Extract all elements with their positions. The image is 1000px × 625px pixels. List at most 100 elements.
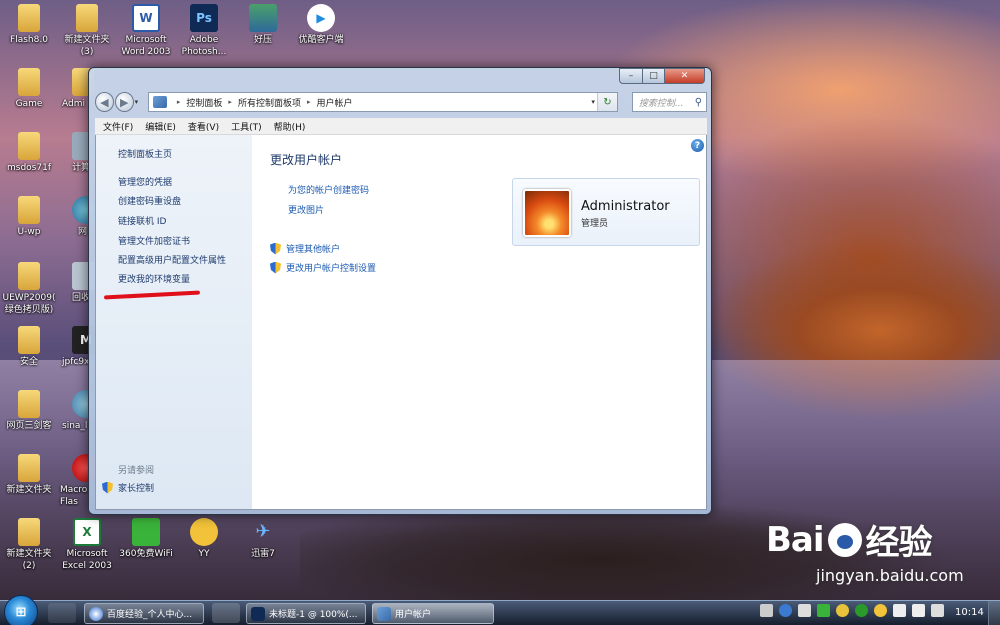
desktop-icon-recycle-bin[interactable]: 回收 (50, 262, 100, 304)
breadcrumb-separator: ▸ (228, 98, 232, 106)
input-method-icon[interactable] (798, 604, 811, 617)
watermark-logo: Bai 经验 (766, 515, 964, 564)
search-input[interactable]: 搜索控制... ⚲ (631, 92, 708, 112)
task-label: 用户帐户 (395, 610, 432, 620)
manage-other-accounts-label: 管理其他帐户 (286, 245, 341, 255)
desktop-icon-label: 好压 (253, 35, 272, 45)
desktop-icon-computer[interactable]: 计算 (50, 132, 100, 174)
address-dropdown[interactable]: ▾ (591, 98, 595, 106)
pinned-windows-icon[interactable] (48, 603, 76, 623)
desktop-icon-photoshop[interactable]: Ps Adobe Photosh... (171, 4, 237, 58)
desktop-icon-label: Admi (62, 99, 85, 109)
help-icon[interactable]: ? (691, 139, 704, 152)
folder-icon (18, 262, 40, 290)
desktop-icon-xunlei[interactable]: ✈ 迅雷7 (230, 518, 296, 560)
baidu-watermark: Bai 经验 jingyan.baidu.com (766, 515, 964, 586)
desktop-icon-360-wifi[interactable]: 360免费WiFi (113, 518, 179, 560)
menu-tools[interactable]: 工具(T) (231, 120, 262, 133)
link-control-panel-home[interactable]: 控制面板主页 (118, 147, 172, 160)
address-bar[interactable]: ▸ 控制面板 ▸ 所有控制面板项 ▸ 用户帐户 ▾ ↻ (147, 92, 618, 112)
refresh-button[interactable]: ↻ (596, 93, 617, 111)
desktop-icon-new-folder-3[interactable]: 新建文件夹 (3) (54, 4, 120, 58)
back-button[interactable]: ◀ (95, 92, 114, 112)
desktop-icon-label: Flash8.0 (10, 35, 48, 45)
parental-controls-label: 家长控制 (118, 484, 155, 494)
taskbar-item-photoshop[interactable]: 未标题-1 @ 100%(... (246, 603, 366, 624)
desktop-icon-admin[interactable]: Admi (50, 68, 94, 110)
taskbar-item-user-accounts[interactable]: 用户帐户 (372, 603, 494, 624)
start-button[interactable]: ⊞ (4, 595, 38, 625)
user-avatar (523, 189, 571, 237)
desktop-icon-youku[interactable]: ▶ 优酷客户端 (288, 4, 354, 46)
search-icon[interactable]: ⚲ (695, 97, 702, 108)
security-tray-icon[interactable] (836, 604, 849, 617)
desktop-icon-new-folder-2[interactable]: 新建文件夹 (2) (0, 518, 62, 572)
desktop-icon-sina[interactable]: sina_l (50, 390, 100, 432)
maximize-button[interactable]: □ (643, 68, 665, 84)
close-button[interactable]: ✕ (665, 68, 705, 84)
link-parental-controls[interactable]: 家长控制 (102, 481, 154, 494)
watermark-url: jingyan.baidu.com (816, 566, 964, 585)
user-role: 管理员 (581, 219, 609, 229)
taskbar: ⊞ 百度经验_个人中心... 未标题-1 @ 100%(... 用户帐户 10:… (0, 595, 1000, 625)
help-tray-icon[interactable] (779, 604, 792, 617)
link-manage-encryption-certificates[interactable]: 管理文件加密证书 (118, 234, 190, 247)
link-manage-other-accounts[interactable]: 管理其他帐户 (270, 242, 340, 255)
desktop-icon-label: Microsoft Excel 2003 (62, 549, 112, 571)
desktop-icon-network[interactable]: 网 (50, 196, 100, 238)
see-also-heading: 另请参阅 (118, 466, 155, 476)
breadcrumb-user-accounts[interactable]: 用户帐户 (316, 96, 352, 109)
taskbar-item-baidu-jingyan[interactable]: 百度经验_个人中心... (84, 603, 204, 624)
watermark-logo-left: Bai (766, 519, 825, 560)
link-environment-variables[interactable]: 更改我的环境变量 (118, 272, 190, 285)
link-change-picture[interactable]: 更改图片 (288, 203, 324, 216)
photoshop-icon: Ps (190, 4, 218, 32)
desktop-icon-macromedia-flash[interactable]: Macro Flas (50, 454, 100, 508)
link-manage-credentials[interactable]: 管理您的凭据 (118, 175, 172, 188)
flag-icon[interactable] (893, 604, 906, 617)
pinned-app-icon[interactable] (212, 603, 240, 623)
link-online-id[interactable]: 链接联机 ID (118, 214, 166, 227)
desktop-icon-haoya[interactable]: 好压 (230, 4, 296, 46)
xunlei-icon: ✈ (255, 521, 271, 542)
link-advanced-profile-properties[interactable]: 配置高级用户配置文件属性 (118, 253, 226, 266)
paw-icon (827, 522, 862, 557)
word-icon: W (132, 4, 160, 32)
breadcrumb-all-items[interactable]: 所有控制面板项 (238, 96, 301, 109)
folder-icon (18, 390, 40, 418)
desktop-icon-label: YY (198, 549, 210, 559)
desktop-icon-label: 优酷客户端 (298, 35, 344, 45)
antivirus-tray-icon[interactable] (855, 604, 868, 617)
clock[interactable]: 10:14 (955, 607, 984, 618)
red-annotation-underline (103, 290, 201, 300)
menu-file[interactable]: 文件(F) (103, 120, 133, 133)
desktop-icon-jpfc9x[interactable]: M jpfc9x (50, 326, 100, 368)
minimize-button[interactable]: – (619, 68, 643, 84)
link-create-password-reset-disk[interactable]: 创建密码重设盘 (118, 194, 181, 207)
wifi-tray-icon[interactable] (817, 604, 830, 617)
task-label: 百度经验_个人中心... (107, 610, 193, 620)
forward-button[interactable]: ▶ (114, 92, 134, 112)
recent-pages-dropdown[interactable]: ▾ (135, 98, 144, 106)
shield-icon (102, 481, 113, 494)
desktop-icon-excel[interactable]: X Microsoft Excel 2003 (54, 518, 120, 572)
excel-icon: X (73, 518, 101, 546)
link-uac-settings[interactable]: 更改用户帐户控制设置 (270, 261, 376, 274)
network-tray-icon[interactable] (912, 604, 925, 617)
volume-icon[interactable] (931, 604, 944, 617)
folder-icon (18, 196, 40, 224)
yy-tray-icon[interactable] (874, 604, 887, 617)
user-name: Administrator (581, 199, 670, 214)
keyboard-icon[interactable] (760, 604, 773, 617)
link-create-password[interactable]: 为您的帐户创建密码 (288, 183, 369, 196)
folder-icon (18, 454, 40, 482)
menu-view[interactable]: 查看(V) (188, 120, 219, 133)
show-desktop-button[interactable] (988, 601, 1000, 625)
desktop-icon-word[interactable]: W Microsoft Word 2003 (113, 4, 179, 58)
menu-edit[interactable]: 编辑(E) (145, 120, 176, 133)
shield-icon (270, 261, 281, 274)
menu-help[interactable]: 帮助(H) (274, 120, 306, 133)
desktop-icon-flash8[interactable]: Flash8.0 (0, 4, 62, 46)
desktop-icon-yy[interactable]: YY (171, 518, 237, 560)
breadcrumb-control-panel[interactable]: 控制面板 (186, 96, 222, 109)
